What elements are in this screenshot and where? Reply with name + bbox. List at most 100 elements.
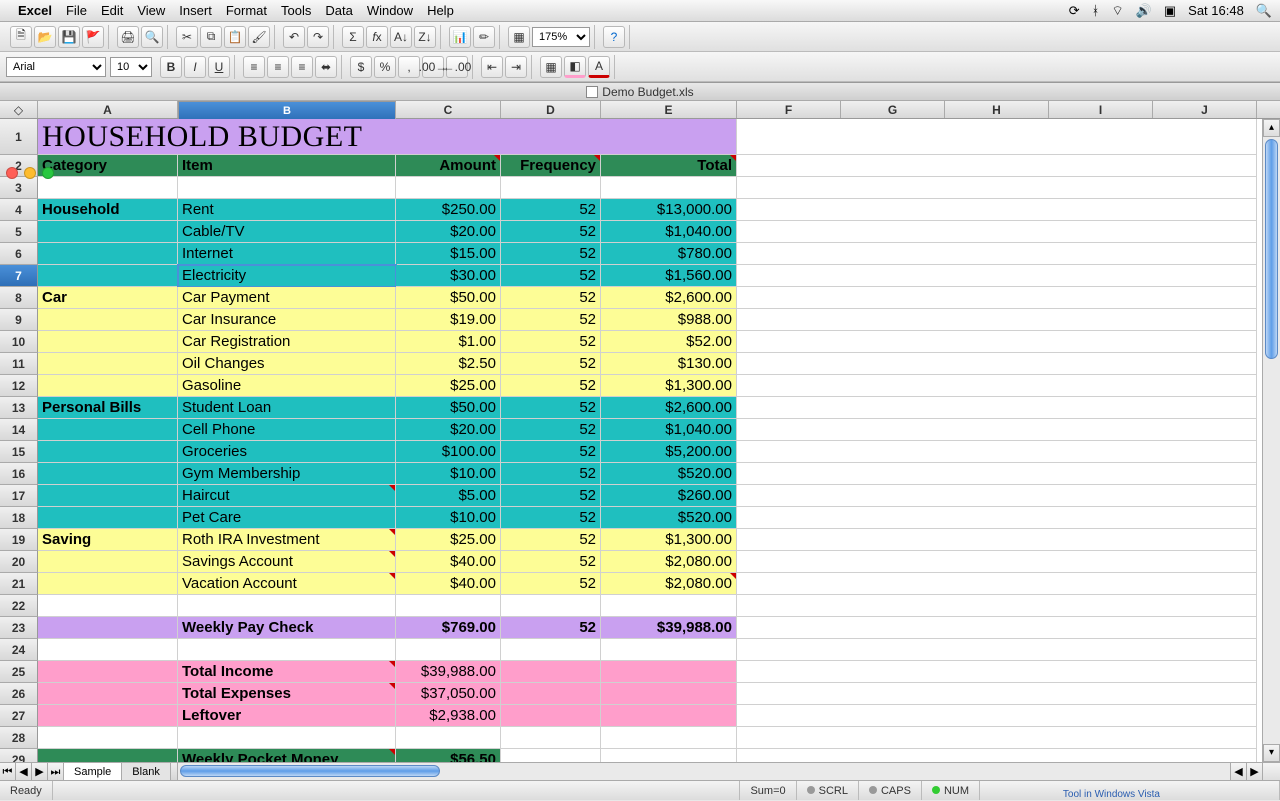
wifi-icon[interactable]: ⌔ — [1111, 3, 1123, 19]
cell-frequency[interactable]: 52 — [501, 287, 601, 309]
format-painter-icon[interactable]: 🖌 — [248, 26, 270, 48]
cell[interactable] — [737, 551, 1257, 573]
cell-total[interactable]: $2,600.00 — [601, 397, 737, 419]
save-icon[interactable]: 💾 — [58, 26, 80, 48]
pocket-value[interactable]: $56.50 — [396, 749, 501, 762]
increase-indent-icon[interactable]: ⇥ — [505, 56, 527, 78]
cell-frequency[interactable]: 52 — [501, 331, 601, 353]
row-header[interactable]: 29 — [0, 749, 38, 762]
cell[interactable] — [737, 617, 1257, 639]
cell[interactable] — [737, 529, 1257, 551]
cell-item[interactable]: Gym Membership — [178, 463, 396, 485]
cell-category[interactable] — [38, 573, 178, 595]
new-icon[interactable]: 🗎 — [10, 26, 32, 48]
header-frequency[interactable]: Frequency — [501, 155, 601, 177]
total-value[interactable]: $39,988.00 — [396, 661, 501, 683]
cell-category[interactable] — [38, 221, 178, 243]
open-icon[interactable]: 📂 — [34, 26, 56, 48]
cell-item[interactable]: Cable/TV — [178, 221, 396, 243]
cell-frequency[interactable]: 52 — [501, 529, 601, 551]
print-preview-icon[interactable]: 🔍 — [141, 26, 163, 48]
vertical-scrollbar[interactable]: ▴ ▾ — [1262, 119, 1280, 762]
cell[interactable] — [737, 309, 1257, 331]
cell[interactable] — [601, 595, 737, 617]
cell[interactable] — [178, 177, 396, 199]
scroll-right-icon[interactable]: ▶ — [1246, 763, 1262, 781]
cell[interactable] — [38, 749, 178, 762]
header-category[interactable]: Category — [38, 155, 178, 177]
cell-category[interactable]: Household — [38, 199, 178, 221]
total-value[interactable]: $37,050.00 — [396, 683, 501, 705]
cell[interactable] — [737, 661, 1257, 683]
cell-total[interactable]: $1,040.00 — [601, 419, 737, 441]
cell-frequency[interactable]: 52 — [501, 441, 601, 463]
row-header[interactable]: 25 — [0, 661, 38, 683]
row-header[interactable]: 6 — [0, 243, 38, 265]
cell[interactable] — [38, 617, 178, 639]
row-header[interactable]: 28 — [0, 727, 38, 749]
menu-tools[interactable]: Tools — [281, 3, 311, 18]
row-header[interactable]: 17 — [0, 485, 38, 507]
row-header[interactable]: 9 — [0, 309, 38, 331]
sheet-tab-blank[interactable]: Blank — [122, 763, 171, 780]
cell-amount[interactable]: $19.00 — [396, 309, 501, 331]
cell[interactable] — [737, 419, 1257, 441]
redo-icon[interactable]: ↷ — [307, 26, 329, 48]
cell[interactable] — [737, 199, 1257, 221]
cell[interactable] — [737, 507, 1257, 529]
cell[interactable] — [178, 595, 396, 617]
row-header[interactable]: 22 — [0, 595, 38, 617]
cell-frequency[interactable]: 52 — [501, 419, 601, 441]
row-header[interactable]: 13 — [0, 397, 38, 419]
sheet-tab-sample[interactable]: Sample — [64, 763, 122, 780]
row-header[interactable]: 7 — [0, 265, 38, 287]
cell-frequency[interactable]: 52 — [501, 353, 601, 375]
col-header-a[interactable]: A — [38, 101, 178, 118]
function-icon[interactable]: fx — [366, 26, 388, 48]
cut-icon[interactable]: ✂ — [176, 26, 198, 48]
font-color-icon[interactable]: A — [588, 56, 610, 78]
currency-icon[interactable]: $ — [350, 56, 372, 78]
cell-category[interactable] — [38, 463, 178, 485]
cell[interactable] — [501, 639, 601, 661]
cell-item[interactable]: Savings Account — [178, 551, 396, 573]
cell[interactable] — [737, 177, 1257, 199]
cell-category[interactable]: Personal Bills — [38, 397, 178, 419]
fill-color-icon[interactable]: ◧ — [564, 56, 586, 78]
chart-icon[interactable]: 📊 — [449, 26, 471, 48]
menu-view[interactable]: View — [137, 3, 165, 18]
cell[interactable] — [601, 177, 737, 199]
cell-amount[interactable]: $10.00 — [396, 507, 501, 529]
cell[interactable] — [38, 683, 178, 705]
zoom-select[interactable]: 175% — [532, 27, 590, 47]
cell-frequency[interactable]: 52 — [501, 265, 601, 287]
col-header-i[interactable]: I — [1049, 101, 1153, 118]
cell[interactable] — [601, 705, 737, 727]
cell-category[interactable] — [38, 441, 178, 463]
cell-total[interactable]: $130.00 — [601, 353, 737, 375]
cell-frequency[interactable]: 52 — [501, 485, 601, 507]
col-header-g[interactable]: G — [841, 101, 945, 118]
decrease-decimal-icon[interactable]: ←.00 — [446, 56, 468, 78]
cell[interactable] — [501, 661, 601, 683]
cell-amount[interactable]: $50.00 — [396, 397, 501, 419]
cell[interactable] — [737, 463, 1257, 485]
font-select[interactable]: Arial — [6, 57, 106, 77]
vscroll-thumb[interactable] — [1265, 139, 1278, 359]
cell-category[interactable] — [38, 309, 178, 331]
cell-amount[interactable]: $50.00 — [396, 287, 501, 309]
timemachine-icon[interactable]: ⟳ — [1069, 3, 1080, 19]
cell-total[interactable]: $1,300.00 — [601, 375, 737, 397]
increase-decimal-icon[interactable]: .00→ — [422, 56, 444, 78]
cell-frequency[interactable]: 52 — [501, 221, 601, 243]
underline-button[interactable]: U — [208, 56, 230, 78]
cell-category[interactable] — [38, 551, 178, 573]
cell[interactable] — [38, 661, 178, 683]
row-header[interactable]: 20 — [0, 551, 38, 573]
cell[interactable] — [396, 727, 501, 749]
cell[interactable] — [737, 639, 1257, 661]
copy-icon[interactable]: ⧉ — [200, 26, 222, 48]
menu-format[interactable]: Format — [226, 3, 267, 18]
row-header[interactable]: 11 — [0, 353, 38, 375]
title-cell[interactable]: HOUSEHOLD BUDGET — [38, 119, 737, 155]
